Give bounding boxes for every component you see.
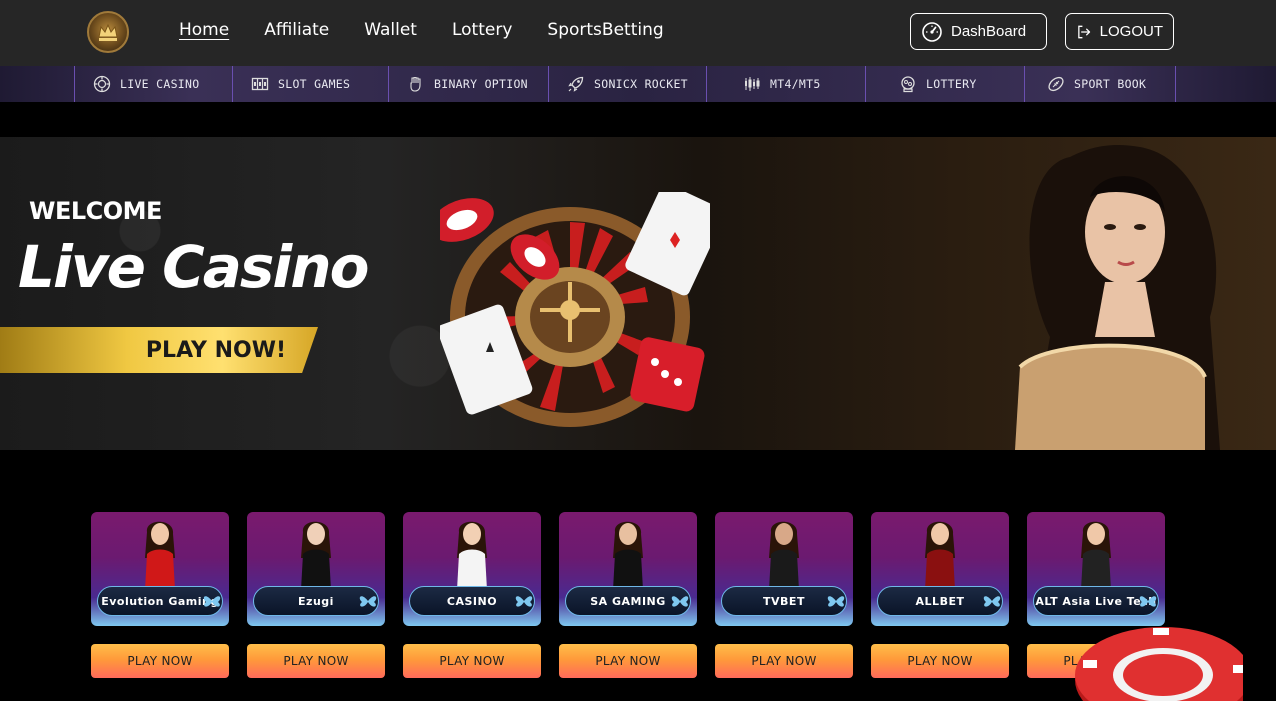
banner-play-now-button[interactable]: PLAY NOW! xyxy=(0,327,318,373)
rocket-icon xyxy=(568,76,584,92)
lottery-icon xyxy=(901,76,915,93)
crown-icon xyxy=(98,23,118,41)
dealer-figure-icon xyxy=(301,521,331,590)
category-label: BINARY OPTION xyxy=(434,77,528,91)
butterfly-icon xyxy=(983,596,1001,607)
provider-name: ALLBET xyxy=(915,594,965,608)
site-logo[interactable] xyxy=(87,11,129,53)
provider-column: Ezugi PLAY NOW xyxy=(247,512,385,678)
candlestick-icon xyxy=(745,77,760,91)
football-icon xyxy=(1048,76,1064,92)
category-label: SONICX ROCKET xyxy=(594,77,688,91)
butterfly-icon xyxy=(203,596,221,607)
logout-icon xyxy=(1078,25,1091,38)
butterfly-icon xyxy=(827,596,845,607)
dealer-figure-icon xyxy=(145,521,175,590)
category-label: SLOT GAMES xyxy=(278,77,351,91)
hero-banner[interactable]: WELCOME Live Casino PLAY NOW! xyxy=(0,137,1276,450)
category-binary-option[interactable]: BINARY OPTION xyxy=(388,66,548,102)
play-now-button[interactable]: PLAY NOW xyxy=(247,644,385,678)
provider-name: CASINO xyxy=(446,594,498,608)
speedometer-icon xyxy=(922,21,942,42)
nav-wallet[interactable]: Wallet xyxy=(364,20,417,40)
dealer-figure-icon xyxy=(769,521,799,590)
poker-chip-decoration xyxy=(1075,627,1243,701)
dealer-figure-icon xyxy=(1081,521,1111,590)
provider-card[interactable]: CASINO xyxy=(403,512,541,626)
nav-sportsbetting[interactable]: SportsBetting xyxy=(547,20,663,40)
provider-name: SA GAMING xyxy=(590,594,666,608)
play-now-button[interactable]: PLAY NOW xyxy=(715,644,853,678)
provider-name: TVBET xyxy=(763,594,805,608)
chip-icon xyxy=(93,75,111,93)
nav-affiliate[interactable]: Affiliate xyxy=(264,20,329,40)
provider-name: Ezugi xyxy=(298,594,334,608)
category-mt4-mt5[interactable]: MT4/MT5 xyxy=(706,66,865,102)
category-lottery[interactable]: LOTTERY xyxy=(865,66,1024,102)
provider-card[interactable]: SA GAMING xyxy=(559,512,697,626)
butterfly-icon xyxy=(515,596,533,607)
provider-column: ALLBET PLAY NOW xyxy=(871,512,1009,678)
play-now-button[interactable]: PLAY NOW xyxy=(871,644,1009,678)
nav-lottery[interactable]: Lottery xyxy=(452,20,512,40)
play-now-button[interactable]: PLAY NOW xyxy=(403,644,541,678)
roulette-wheel-image xyxy=(440,192,710,427)
dealer-image xyxy=(1015,145,1220,450)
banner-title: Live Casino xyxy=(18,233,369,301)
provider-column: Evolution Gaming PLAY NOW xyxy=(91,512,229,678)
provider-column: SA GAMING PLAY NOW xyxy=(559,512,697,678)
provider-column: CASINO PLAY NOW xyxy=(403,512,541,678)
slot-icon xyxy=(251,77,269,91)
category-label: LIVE CASINO xyxy=(120,77,200,91)
play-now-button[interactable]: PLAY NOW xyxy=(91,644,229,678)
main-nav: Home Affiliate Wallet Lottery SportsBett… xyxy=(179,20,699,40)
provider-card[interactable]: Ezugi xyxy=(247,512,385,626)
provider-card[interactable]: ALT Asia Live Tech xyxy=(1027,512,1165,626)
butterfly-icon xyxy=(359,596,377,607)
provider-grid: Evolution Gaming PLAY NOW Ezugi PLAY NOW CAS… xyxy=(91,512,1165,678)
provider-card[interactable]: TVBET xyxy=(715,512,853,626)
butterfly-icon xyxy=(1139,596,1157,607)
banner-cta-label: PLAY NOW! xyxy=(145,337,286,363)
category-slot-games[interactable]: SLOT GAMES xyxy=(232,66,388,102)
provider-card[interactable]: ALLBET xyxy=(871,512,1009,626)
dealer-figure-icon xyxy=(613,521,643,590)
dashboard-button[interactable]: DashBoard xyxy=(910,13,1047,50)
provider-card[interactable]: Evolution Gaming xyxy=(91,512,229,626)
category-sonicx-rocket[interactable]: SONICX ROCKET xyxy=(548,66,706,102)
category-live-casino[interactable]: LIVE CASINO xyxy=(74,66,232,102)
category-bar: LIVE CASINO SLOT GAMES BINARY OPTION SON… xyxy=(0,66,1276,102)
logout-button[interactable]: LOGOUT xyxy=(1065,13,1174,50)
banner-welcome: WELCOME xyxy=(29,197,162,225)
provider-column: TVBET PLAY NOW xyxy=(715,512,853,678)
category-label: LOTTERY xyxy=(926,77,977,91)
butterfly-icon xyxy=(671,596,689,607)
category-label: MT4/MT5 xyxy=(770,77,821,91)
logout-label: LOGOUT xyxy=(1099,23,1163,40)
dashboard-label: DashBoard xyxy=(951,23,1027,40)
top-header: Home Affiliate Wallet Lottery SportsBett… xyxy=(0,0,1276,66)
dealer-figure-icon xyxy=(457,521,487,590)
category-sport-book[interactable]: SPORT BOOK xyxy=(1024,66,1176,102)
nav-home[interactable]: Home xyxy=(179,20,229,40)
category-label: SPORT BOOK xyxy=(1074,77,1147,91)
hand-icon xyxy=(410,76,421,92)
play-now-button[interactable]: PLAY NOW xyxy=(559,644,697,678)
dealer-figure-icon xyxy=(925,521,955,590)
